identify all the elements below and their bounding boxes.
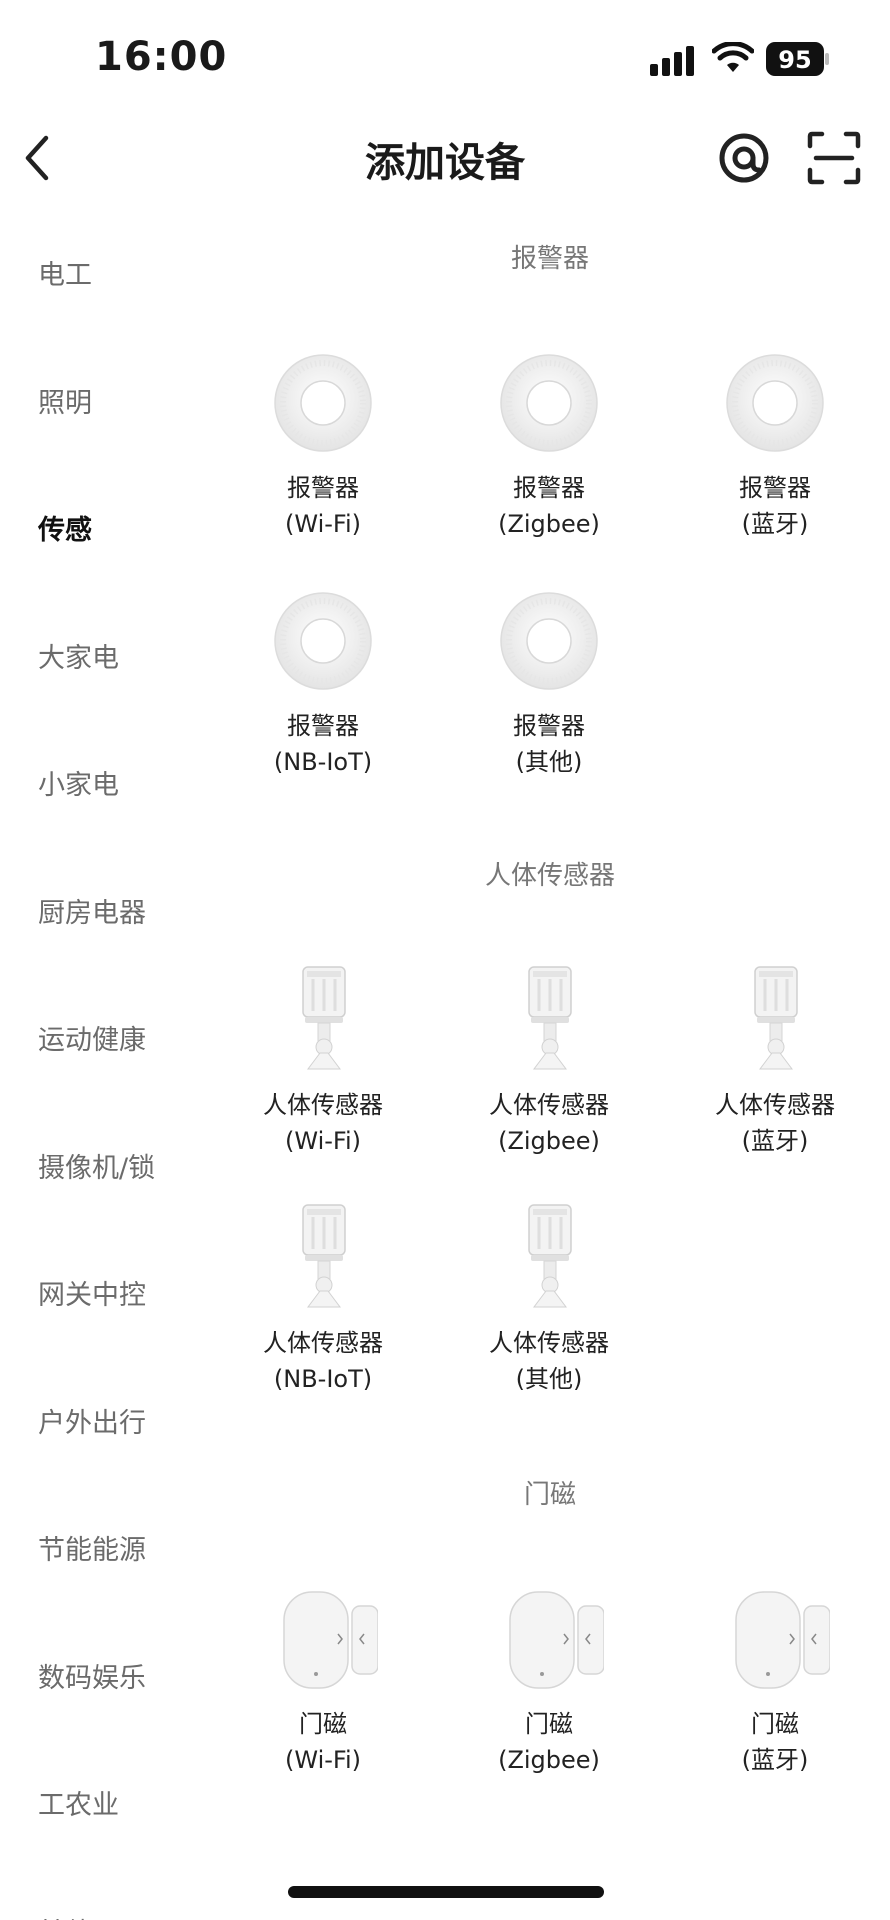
scan-icon[interactable] (806, 130, 862, 186)
device-protocol: (Zigbee) (498, 1746, 600, 1774)
sidebar-item[interactable]: 工农业 (38, 1783, 119, 1822)
section-title: 报警器 (510, 244, 589, 274)
device-tile[interactable]: 人体传感器 (NB-IoT) (210, 1203, 436, 1397)
device-protocol: (Zigbee) (498, 1127, 600, 1155)
device-tile[interactable]: 报警器 (Zigbee) (436, 348, 662, 542)
device-name: 人体传感器 (489, 1329, 609, 1357)
device-protocol: (蓝牙) (741, 1127, 809, 1155)
cellular-signal-icon (650, 46, 694, 76)
device-name: 门磁 (525, 1710, 573, 1738)
alarm-device-icon (726, 354, 824, 452)
motion-sensor-icon (754, 966, 798, 1070)
battery-level: 95 (778, 46, 811, 74)
home-indicator (288, 1886, 604, 1898)
battery-icon: 95 (766, 42, 829, 76)
motion-sensor-icon (528, 1204, 572, 1308)
sidebar-item[interactable]: 运动健康 (38, 1018, 146, 1057)
device-protocol: (Zigbee) (498, 510, 600, 538)
sidebar-item[interactable]: 小家电 (38, 763, 119, 802)
sidebar-item[interactable]: 网关中控 (38, 1273, 146, 1312)
device-protocol: (NB-IoT) (273, 1365, 373, 1393)
device-name: 门磁 (299, 1710, 347, 1738)
device-name: 人体传感器 (263, 1091, 383, 1119)
door-sensor-icon (735, 1591, 830, 1689)
device-tile[interactable]: 人体传感器 (蓝牙) (662, 965, 888, 1159)
section-title: 门磁 (523, 1480, 576, 1510)
sidebar-item[interactable]: 照明 (38, 381, 92, 420)
door-sensor-icon (283, 1591, 378, 1689)
motion-sensor-icon (302, 966, 346, 1070)
device-name: 人体传感器 (263, 1329, 383, 1357)
status-bar: 16:00 95 (0, 0, 890, 120)
sidebar-item[interactable]: 电工 (38, 253, 92, 292)
section-title: 人体传感器 (484, 861, 615, 891)
device-name: 报警器 (287, 712, 359, 740)
device-protocol: (蓝牙) (741, 1746, 809, 1774)
device-tile[interactable]: 人体传感器 (其他) (436, 1203, 662, 1397)
device-tile[interactable]: 门磁 (蓝牙) (662, 1584, 888, 1778)
device-protocol: (Wi-Fi) (285, 1746, 361, 1774)
device-name: 人体传感器 (715, 1091, 835, 1119)
device-protocol: (蓝牙) (741, 510, 809, 538)
device-protocol: (Wi-Fi) (285, 1127, 361, 1155)
wifi-icon (712, 42, 754, 72)
device-protocol: (其他) (515, 748, 583, 776)
device-tile[interactable]: 报警器 (其他) (436, 586, 662, 780)
device-name: 报警器 (739, 474, 811, 502)
device-name: 报警器 (513, 474, 585, 502)
motion-sensor-icon (302, 1204, 346, 1308)
device-protocol: (其他) (515, 1365, 583, 1393)
device-tile[interactable]: 门磁 (Wi-Fi) (210, 1584, 436, 1778)
device-name: 报警器 (513, 712, 585, 740)
motion-sensor-icon (528, 966, 572, 1070)
sidebar-item[interactable]: 数码娱乐 (38, 1656, 146, 1695)
alarm-device-icon (500, 354, 598, 452)
alarm-device-icon (274, 592, 372, 690)
device-tile[interactable]: 报警器 (蓝牙) (662, 348, 888, 542)
device-name: 门磁 (751, 1710, 799, 1738)
status-time: 16:00 (95, 34, 228, 80)
alarm-device-icon (500, 592, 598, 690)
device-name: 人体传感器 (489, 1091, 609, 1119)
sidebar-item[interactable]: 节能能源 (38, 1528, 146, 1567)
device-protocol: (NB-IoT) (273, 748, 373, 776)
sidebar-item[interactable]: 摄像机/锁 (38, 1146, 155, 1185)
device-tile[interactable]: 报警器 (NB-IoT) (210, 586, 436, 780)
device-protocol: (Wi-Fi) (285, 510, 361, 538)
alarm-device-icon (274, 354, 372, 452)
device-tile[interactable]: 人体传感器 (Wi-Fi) (210, 965, 436, 1159)
sidebar-item[interactable]: 其他 (38, 1911, 92, 1920)
device-tile[interactable]: 门磁 (Zigbee) (436, 1584, 662, 1778)
sidebar-item[interactable]: 传感 (38, 508, 92, 547)
device-tile[interactable]: 报警器 (Wi-Fi) (210, 348, 436, 542)
door-sensor-icon (509, 1591, 604, 1689)
device-tile[interactable]: 人体传感器 (Zigbee) (436, 965, 662, 1159)
sidebar-item[interactable]: 大家电 (38, 636, 119, 675)
at-icon[interactable] (716, 130, 772, 186)
sidebar-item[interactable]: 厨房电器 (38, 891, 146, 930)
sidebar-item[interactable]: 户外出行 (38, 1401, 146, 1440)
device-name: 报警器 (287, 474, 359, 502)
